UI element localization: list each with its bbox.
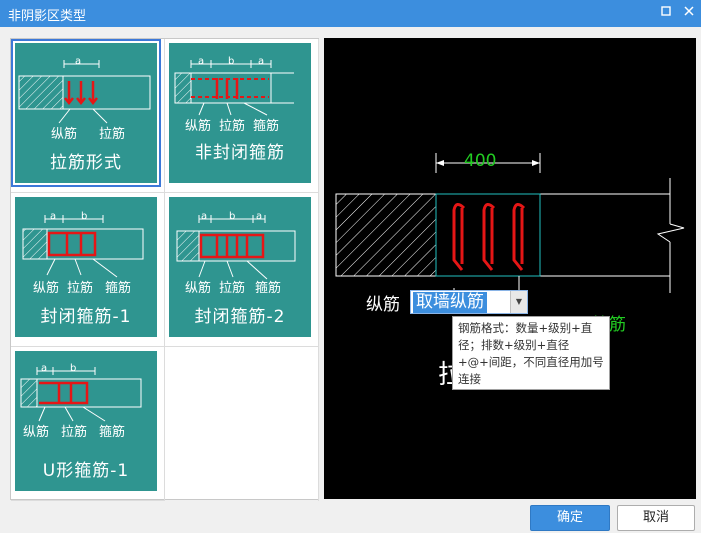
tag-label: 箍筋 bbox=[253, 119, 280, 134]
tag-label: 箍筋 bbox=[105, 281, 132, 296]
option-label: 非封闭箍筋 bbox=[195, 143, 285, 163]
tag-label: 拉筋 bbox=[219, 281, 246, 296]
type-option-closed-stirrup-2[interactable]: a b a 纵筋 拉筋 箍筋 封闭箍筋-2 bbox=[165, 193, 319, 347]
type-option-open-stirrup[interactable]: a b a 纵筋 拉筋 箍筋 非封闭箍筋 bbox=[165, 39, 319, 193]
section-drawing bbox=[335, 153, 685, 300]
empty-cell bbox=[165, 347, 319, 501]
dim-label: a bbox=[75, 56, 82, 67]
combo-value[interactable]: 取墙纵筋 bbox=[413, 292, 487, 313]
tag-label: 纵筋 bbox=[185, 281, 212, 296]
title-bar: 非阴影区类型 bbox=[0, 0, 701, 27]
dim-label: a bbox=[50, 211, 57, 222]
dim-label: b bbox=[70, 363, 77, 374]
dim-label: a bbox=[198, 56, 205, 67]
option-card[interactable]: a b a 纵筋 拉筋 箍筋 非封闭箍筋 bbox=[169, 43, 311, 183]
cancel-button[interactable]: 取消 bbox=[617, 505, 695, 531]
tag-label: 纵筋 bbox=[185, 119, 212, 134]
dim-label: a bbox=[201, 211, 208, 222]
tag-label: 纵筋 bbox=[33, 281, 60, 296]
option-label: U形箍筋-1 bbox=[42, 461, 130, 481]
tag-label: 纵筋 bbox=[51, 127, 78, 142]
maximize-icon[interactable] bbox=[657, 4, 675, 22]
tag-label: 拉筋 bbox=[99, 127, 126, 142]
type-option-closed-stirrup-1[interactable]: a b 纵筋 拉筋 箍筋 封闭箍筋-1 bbox=[11, 193, 165, 347]
chevron-down-icon[interactable]: ▼ bbox=[510, 291, 527, 313]
format-tooltip: 钢筋格式：数量+级别+直径；排数+级别+直径+@+间距，不同直径用加号连接 bbox=[452, 316, 610, 390]
dim-label: a bbox=[41, 363, 48, 374]
close-icon[interactable] bbox=[680, 4, 698, 22]
tag-label: 纵筋 bbox=[23, 425, 50, 440]
dimension-label: 400 bbox=[464, 151, 497, 171]
tag-label: 箍筋 bbox=[99, 425, 126, 440]
option-card[interactable]: a b 纵筋 拉筋 箍筋 U形箍筋-1 bbox=[15, 351, 157, 491]
dim-label: b bbox=[228, 56, 235, 67]
tag-label: 箍筋 bbox=[255, 281, 282, 296]
type-option-u-stirrup-1[interactable]: a b 纵筋 拉筋 箍筋 U形箍筋-1 bbox=[11, 347, 165, 501]
dim-label: a bbox=[258, 56, 265, 67]
preview-canvas: 400 纵筋 拉筋 拉 bbox=[324, 38, 696, 499]
long-bar-label: 纵筋 bbox=[366, 295, 400, 315]
dim-label: a bbox=[256, 211, 263, 222]
window-title: 非阴影区类型 bbox=[8, 9, 87, 24]
option-label: 封闭箍筋-2 bbox=[194, 307, 286, 327]
tag-label: 拉筋 bbox=[219, 119, 246, 134]
type-gallery: a 纵筋 拉筋 拉筋形式 a b a 纵筋 拉筋 箍筋 非封闭箍筋 a b 纵筋… bbox=[10, 38, 319, 501]
option-card[interactable]: a b 纵筋 拉筋 箍筋 封闭箍筋-1 bbox=[15, 197, 157, 337]
ok-button[interactable]: 确定 bbox=[530, 505, 610, 531]
long-bar-combo[interactable]: 取墙纵筋 ▼ bbox=[410, 290, 528, 314]
option-label: 封闭箍筋-1 bbox=[40, 307, 132, 327]
type-option-tie-bar[interactable]: a 纵筋 拉筋 拉筋形式 bbox=[11, 39, 165, 193]
dim-label: b bbox=[229, 211, 236, 222]
option-card[interactable]: a 纵筋 拉筋 拉筋形式 bbox=[11, 39, 161, 187]
tag-label: 拉筋 bbox=[67, 281, 94, 296]
option-label: 拉筋形式 bbox=[50, 153, 122, 173]
option-card[interactable]: a b a 纵筋 拉筋 箍筋 封闭箍筋-2 bbox=[169, 197, 311, 337]
dim-label: b bbox=[81, 211, 88, 222]
tag-label: 拉筋 bbox=[61, 425, 88, 440]
